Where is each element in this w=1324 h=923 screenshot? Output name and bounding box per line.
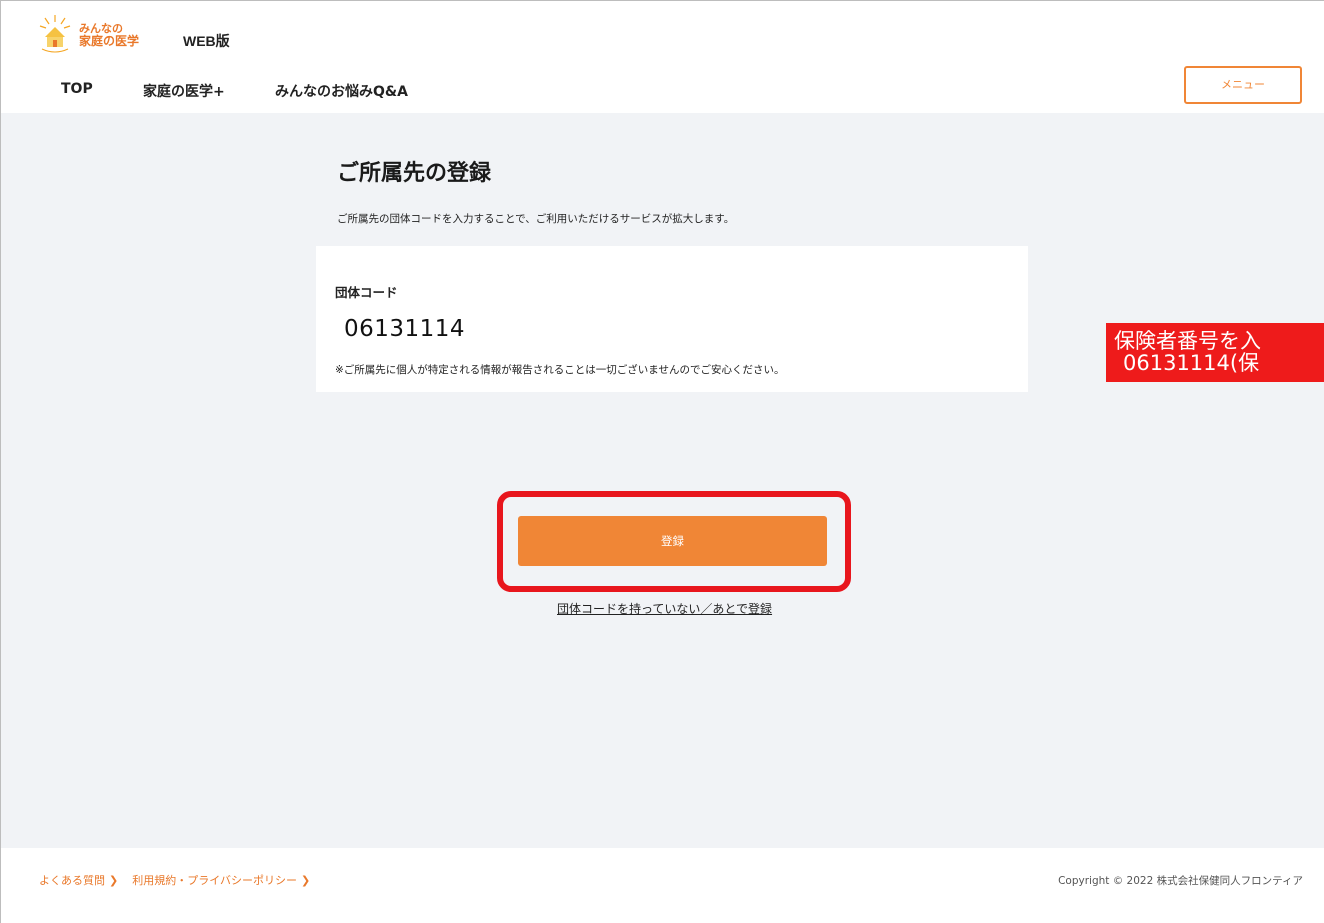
- sun-house-logo-icon[interactable]: [39, 13, 71, 53]
- nav-top[interactable]: TOP: [61, 81, 143, 101]
- nav-qa[interactable]: みんなのお悩みQ&A: [275, 81, 408, 101]
- site-footer: よくある質問 ❯ 利用規約・プライバシーポリシー ❯ Copyright © 202…: [1, 848, 1324, 923]
- site-logo-text[interactable]: みんなの 家庭の医学: [79, 23, 140, 48]
- chevron-right-icon: ❯: [301, 874, 311, 887]
- chevron-right-icon: ❯: [109, 874, 119, 887]
- page-description: ご所属先の団体コードを入力することで、ご利用いただけるサービスが拡大します。: [337, 213, 735, 225]
- main-content: ご所属先の登録 ご所属先の団体コードを入力することで、ご利用いただけるサービスが…: [1, 113, 1324, 848]
- terms-label: 利用規約・プライバシーポリシー: [132, 874, 297, 887]
- page-title: ご所属先の登録: [337, 161, 492, 186]
- site-header: みんなの 家庭の医学 WEB版 TOP 家庭の医学+ みんなのお悩みQ&A メニ…: [1, 1, 1324, 113]
- group-code-input[interactable]: 06131114: [344, 316, 465, 342]
- copyright: Copyright © 2022 株式会社保健同人フロンティア: [1058, 875, 1303, 887]
- nav-katei-no-igaku-plus[interactable]: 家庭の医学+: [143, 81, 275, 101]
- menu-button[interactable]: メニュー: [1184, 66, 1302, 104]
- logo-line-2: 家庭の医学: [79, 34, 140, 48]
- privacy-note: ※ご所属先に個人が特定される情報が報告されることは一切ございませんのでご安心くだ…: [335, 364, 785, 376]
- footer-links: よくある質問 ❯ 利用規約・プライバシーポリシー ❯: [39, 872, 310, 888]
- page-frame: みんなの 家庭の医学 WEB版 TOP 家庭の医学+ みんなのお悩みQ&A メニ…: [0, 0, 1324, 923]
- footer-terms-link[interactable]: 利用規約・プライバシーポリシー ❯: [132, 872, 310, 888]
- group-code-label: 団体コード: [335, 285, 398, 300]
- annotation-line-2: 06131114(保: [1123, 351, 1260, 375]
- faq-label: よくある質問: [39, 874, 105, 887]
- main-nav: TOP 家庭の医学+ みんなのお悩みQ&A: [61, 81, 408, 101]
- web-version-label: WEB版: [183, 33, 230, 49]
- group-code-card: 団体コード 06131114 ※ご所属先に個人が特定される情報が報告されることは…: [316, 246, 1028, 392]
- register-button[interactable]: 登録: [518, 516, 827, 566]
- register-later-link[interactable]: 団体コードを持っていない／あとで登録: [557, 600, 772, 617]
- annotation-callout: 保険者番号を入 06131114(保: [1106, 323, 1324, 382]
- footer-faq-link[interactable]: よくある質問 ❯: [39, 872, 118, 888]
- annotation-line-1: 保険者番号を入: [1114, 329, 1261, 353]
